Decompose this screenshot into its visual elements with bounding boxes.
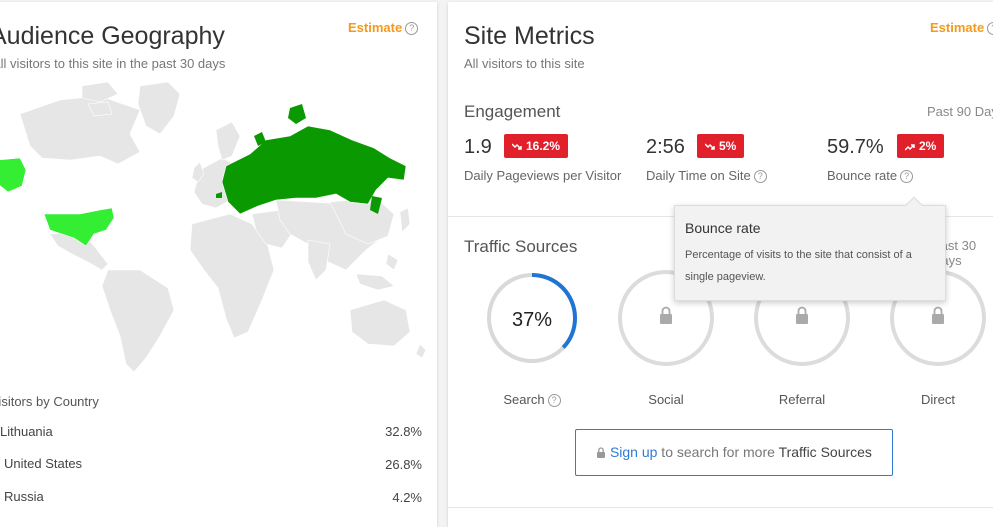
change-badge: 2% <box>897 134 945 158</box>
country-percent: 32.8% <box>385 424 422 439</box>
engagement-period: Past 90 Days <box>927 104 993 119</box>
search-label: Search? <box>472 392 592 407</box>
help-icon[interactable]: ? <box>547 394 561 407</box>
audience-estimate[interactable]: Estimate? <box>348 20 419 35</box>
trend-up-icon <box>904 144 915 151</box>
bounce-rate-tooltip: Bounce rate Percentage of visits to the … <box>674 196 946 301</box>
country-percent: 4.2% <box>392 490 422 505</box>
estimate-label: Estimate <box>930 20 985 35</box>
lock-icon <box>597 447 606 458</box>
map-canada <box>19 95 141 165</box>
change-value: 16.2% <box>526 139 561 153</box>
trend-down-icon <box>511 143 522 150</box>
bounce-rate-label: Bounce rate? <box>827 168 914 183</box>
map-australia <box>349 299 411 347</box>
map-alaska <box>0 157 27 193</box>
audience-title: Audience Geography <box>0 22 225 50</box>
social-label: Social <box>648 392 684 407</box>
help-icon[interactable]: ? <box>753 170 767 183</box>
label-text: Bounce rate <box>827 168 898 183</box>
country-name: United States <box>4 456 83 471</box>
engagement-heading: Engagement <box>464 102 561 121</box>
lock-icon <box>796 306 808 324</box>
signup-middle-text: to search for more <box>657 444 779 460</box>
help-icon[interactable]: ? <box>900 170 914 183</box>
world-map[interactable] <box>0 74 437 374</box>
metrics-subtitle: All visitors to this site <box>464 56 585 71</box>
estimate-label: Estimate <box>348 20 403 35</box>
trend-down-icon <box>704 143 715 150</box>
country-percent: 26.8% <box>385 457 422 472</box>
map-south-america <box>101 269 175 373</box>
traffic-heading: Traffic Sources <box>464 237 578 256</box>
lock-icon <box>660 306 672 324</box>
pageviews-label: Daily Pageviews per Visitor <box>464 168 622 183</box>
lock-icon <box>932 306 944 324</box>
tooltip-title: Bounce rate <box>685 220 761 236</box>
change-badge: 5% <box>697 134 745 158</box>
signup-link[interactable]: Sign up <box>610 444 657 460</box>
pageviews-value: 1.9 <box>464 136 492 158</box>
signup-cta[interactable]: Sign up to search for more Traffic Sourc… <box>575 429 893 476</box>
audience-subtitle: All visitors to this site in the past 30… <box>0 56 226 71</box>
search-ring[interactable]: 37% <box>485 271 579 365</box>
search-percent: 37% <box>512 309 552 331</box>
help-icon[interactable]: ? <box>405 22 419 35</box>
tooltip-body: Percentage of visits to the site that co… <box>685 249 912 283</box>
direct-label: Direct <box>921 392 955 407</box>
time-on-site-value: 2:56 <box>646 136 685 158</box>
time-on-site-label: Daily Time on Site? <box>646 168 767 183</box>
countries-heading: Visitors by Country <box>0 394 99 409</box>
bounce-rate-value: 59.7% <box>827 136 884 158</box>
signup-end-text: Traffic Sources <box>778 444 872 460</box>
help-icon[interactable]: ? <box>987 22 993 35</box>
change-value: 5% <box>719 139 737 153</box>
label-text: Daily Time on Site <box>646 168 751 183</box>
audience-geography-panel: Audience Geography All visitors to this … <box>0 2 437 527</box>
metrics-estimate[interactable]: Estimate? <box>930 20 993 35</box>
metrics-title: Site Metrics <box>464 22 595 50</box>
map-greenland <box>137 81 181 135</box>
change-value: 2% <box>919 139 937 153</box>
label-text: Search <box>503 392 545 407</box>
country-name: Lithuania <box>0 424 53 439</box>
change-badge: 16.2% <box>504 134 569 158</box>
country-name: Russia <box>4 489 44 504</box>
section-divider <box>448 507 993 508</box>
referral-label: Referral <box>778 392 826 407</box>
